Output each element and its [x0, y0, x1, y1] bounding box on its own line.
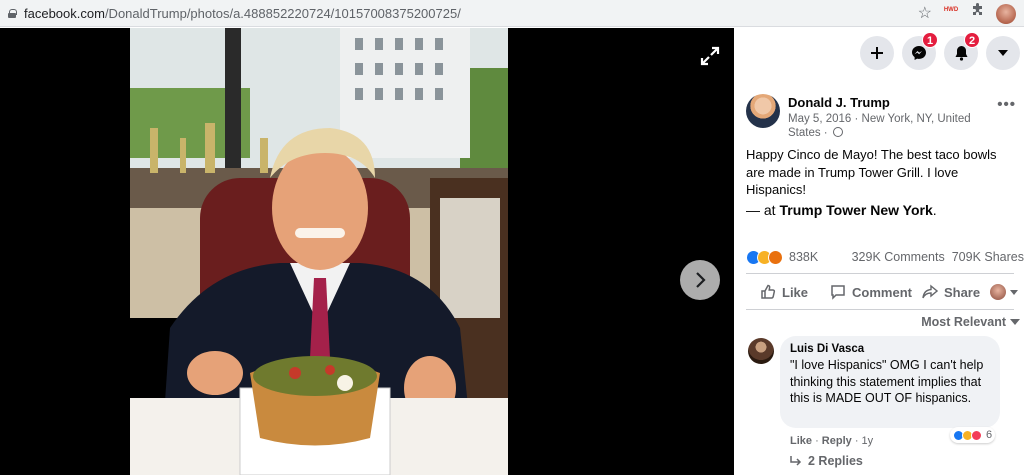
browser-address-bar[interactable]: facebook.com/DonaldTrump/photos/a.488852… — [0, 0, 1024, 27]
comment-button[interactable]: Comment — [830, 284, 912, 300]
divider — [746, 309, 1014, 310]
post-meta: May 5, 2016 · New York, NY, United State… — [788, 112, 988, 140]
reaction-count[interactable]: 838K — [789, 250, 818, 264]
url-field[interactable]: facebook.com/DonaldTrump/photos/a.488852… — [24, 6, 461, 21]
url-host: facebook.com — [24, 5, 105, 21]
current-user-avatar — [990, 284, 1006, 300]
url-path: /DonaldTrump/photos/a.488852220724/10157… — [104, 5, 461, 21]
divider — [746, 273, 1014, 274]
comment-age: 1y — [861, 435, 874, 447]
comment-bubble-icon — [831, 285, 845, 300]
account-menu-button[interactable] — [986, 36, 1020, 70]
fullscreen-expand-icon[interactable] — [698, 44, 722, 68]
location-suffix: . — [932, 202, 937, 218]
create-button[interactable] — [860, 36, 894, 70]
reply-arrow-icon — [790, 456, 802, 466]
post-side-panel: 1 2 Donald J. Trump May 5, 2016 · New Yo… — [734, 28, 1024, 475]
location-link[interactable]: Trump Tower New York — [779, 202, 932, 218]
notifications-badge: 2 — [964, 32, 980, 48]
author-avatar[interactable] — [746, 94, 780, 128]
commenter-name[interactable]: Luis Di Vasca — [790, 343, 990, 355]
comment-actions: Like · Reply · 1y — [790, 435, 874, 447]
post-photo — [130, 28, 508, 475]
more-options-icon[interactable]: ••• — [997, 96, 1016, 113]
comment-like-link[interactable]: Like — [790, 435, 812, 447]
extensions-puzzle-icon[interactable] — [970, 3, 986, 25]
messenger-icon — [912, 46, 926, 60]
share-label: Share — [943, 284, 981, 300]
replies-label: 2 Replies — [808, 454, 863, 468]
comment-bubble: Luis Di Vasca "I love Hispanics" OMG I c… — [780, 336, 1000, 428]
comment-text: "I love Hispanics" OMG I can't help thin… — [790, 358, 984, 405]
comments-count[interactable]: 329K Comments — [852, 250, 945, 264]
angry-reaction-icon — [768, 249, 783, 265]
plus-icon — [871, 47, 883, 59]
post-header: Donald J. Trump May 5, 2016 · New York, … — [746, 92, 1022, 140]
thumbs-up-icon — [761, 284, 776, 299]
comment-as-selector[interactable] — [990, 284, 1018, 300]
chevron-right-icon — [696, 272, 706, 288]
share-button[interactable]: Share — [922, 284, 980, 300]
comment-reaction-count: 6 — [986, 429, 993, 441]
reaction-icons[interactable] — [746, 249, 783, 265]
messenger-badge: 1 — [922, 32, 938, 48]
photo-viewer — [0, 28, 734, 475]
comment-label: Comment — [852, 284, 912, 300]
comment-sort-dropdown[interactable]: Most Relevant — [921, 315, 1020, 329]
next-photo-button[interactable] — [680, 260, 720, 300]
post-text: Happy Cinco de Mayo! The best taco bowls… — [746, 147, 997, 197]
post-location-line: — at Trump Tower New York. — [746, 202, 937, 218]
view-replies-button[interactable]: 2 Replies — [790, 454, 863, 468]
post-actions: Like Comment Share — [746, 280, 1022, 304]
globe-icon — [832, 127, 843, 137]
browser-profile-avatar[interactable] — [996, 4, 1016, 24]
post-meta-text: May 5, 2016 · New York, NY, United State… — [788, 113, 971, 139]
notifications-button[interactable]: 2 — [944, 32, 980, 70]
bookmark-star-icon[interactable]: ☆ — [918, 4, 932, 24]
like-button[interactable]: Like — [760, 284, 808, 300]
love-reaction-icon — [971, 429, 982, 441]
extension-hwd-label: HWD — [943, 7, 959, 13]
bell-icon — [955, 46, 967, 61]
top-navigation: 1 2 — [734, 28, 1024, 78]
commenter-avatar[interactable] — [748, 338, 774, 364]
lock-icon — [8, 8, 17, 18]
messenger-button[interactable]: 1 — [902, 32, 938, 70]
author-name[interactable]: Donald J. Trump — [788, 95, 890, 110]
post-stats: 838K 329K Comments 709K Shares — [746, 248, 1024, 266]
location-prefix: — at — [746, 202, 776, 218]
comment-reply-link[interactable]: Reply — [822, 435, 852, 447]
caret-down-icon — [998, 50, 1008, 56]
sort-label: Most Relevant — [921, 315, 1006, 329]
extension-hwd-icon[interactable]: HWD — [942, 7, 960, 21]
caret-down-icon — [1010, 319, 1020, 325]
caret-down-icon — [1010, 289, 1018, 295]
share-arrow-icon — [922, 284, 938, 299]
like-label: Like — [782, 284, 809, 300]
comment-reactions[interactable]: 6 — [950, 427, 996, 443]
shares-count[interactable]: 709K Shares — [952, 250, 1024, 264]
